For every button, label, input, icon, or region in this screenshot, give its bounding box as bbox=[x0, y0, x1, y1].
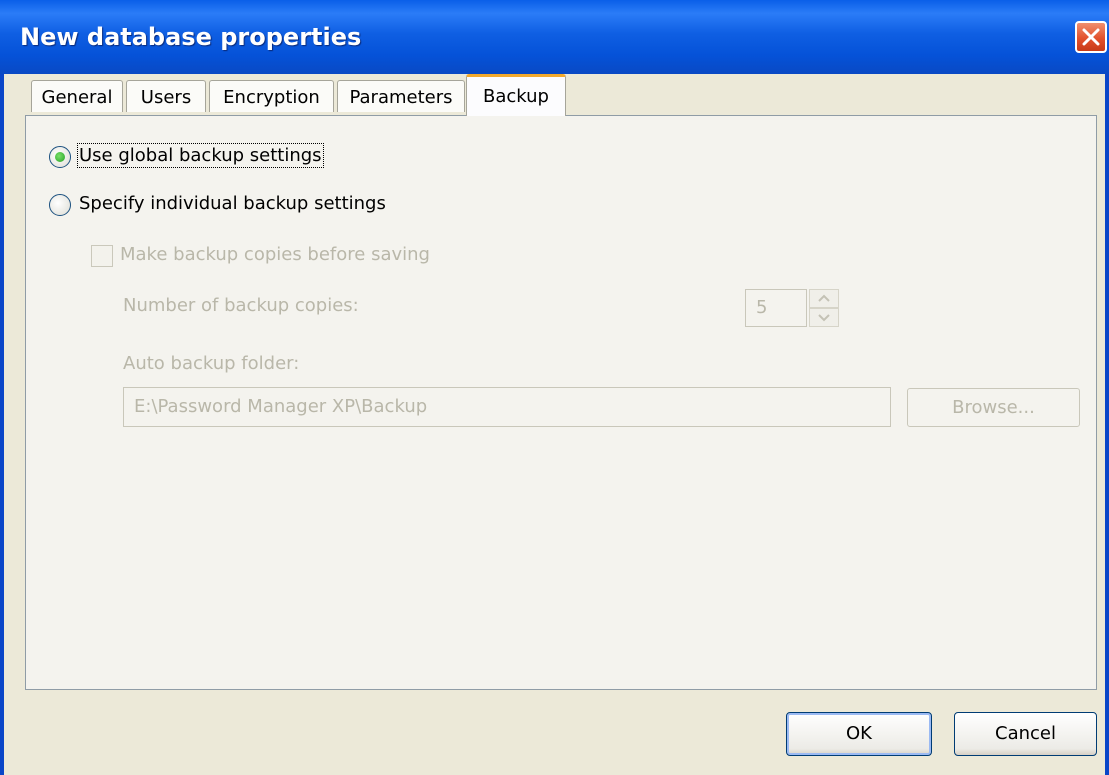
use-global-radio[interactable] bbox=[49, 146, 71, 168]
tab-users[interactable]: Users bbox=[126, 80, 206, 112]
tab-general[interactable]: General bbox=[31, 80, 123, 112]
window-frame-left bbox=[0, 74, 4, 775]
chevron-down-icon bbox=[818, 314, 830, 322]
make-copies-checkbox[interactable] bbox=[91, 245, 113, 267]
ok-button[interactable]: OK bbox=[786, 712, 932, 756]
spin-down-button[interactable] bbox=[809, 308, 839, 327]
window-frame-right bbox=[1105, 74, 1109, 775]
make-copies-label: Make backup copies before saving bbox=[120, 244, 430, 265]
tab-parameters[interactable]: Parameters bbox=[337, 80, 465, 112]
close-button[interactable] bbox=[1075, 21, 1107, 53]
auto-backup-folder-label: Auto backup folder: bbox=[123, 353, 300, 374]
spin-up-button[interactable] bbox=[809, 289, 839, 308]
backup-folder-input[interactable]: E:\Password Manager XP\Backup bbox=[123, 387, 891, 427]
specify-individual-label[interactable]: Specify individual backup settings bbox=[79, 193, 386, 214]
number-of-copies-spinner[interactable] bbox=[809, 289, 839, 327]
dialog-window: New database properties General Users En… bbox=[0, 0, 1109, 775]
title-bar[interactable]: New database properties bbox=[0, 0, 1109, 74]
window-title: New database properties bbox=[20, 23, 362, 51]
specify-individual-radio[interactable] bbox=[49, 194, 71, 216]
browse-button[interactable]: Browse... bbox=[907, 388, 1080, 427]
tab-encryption[interactable]: Encryption bbox=[209, 80, 334, 112]
tab-backup[interactable]: Backup bbox=[466, 74, 566, 116]
use-global-label[interactable]: Use global backup settings bbox=[77, 143, 324, 168]
number-of-copies-input[interactable]: 5 bbox=[745, 289, 807, 327]
chevron-up-icon bbox=[818, 294, 830, 302]
number-of-copies-label: Number of backup copies: bbox=[123, 295, 359, 316]
radio-selected-dot bbox=[55, 152, 65, 162]
close-icon bbox=[1082, 28, 1100, 46]
cancel-button[interactable]: Cancel bbox=[954, 712, 1097, 756]
